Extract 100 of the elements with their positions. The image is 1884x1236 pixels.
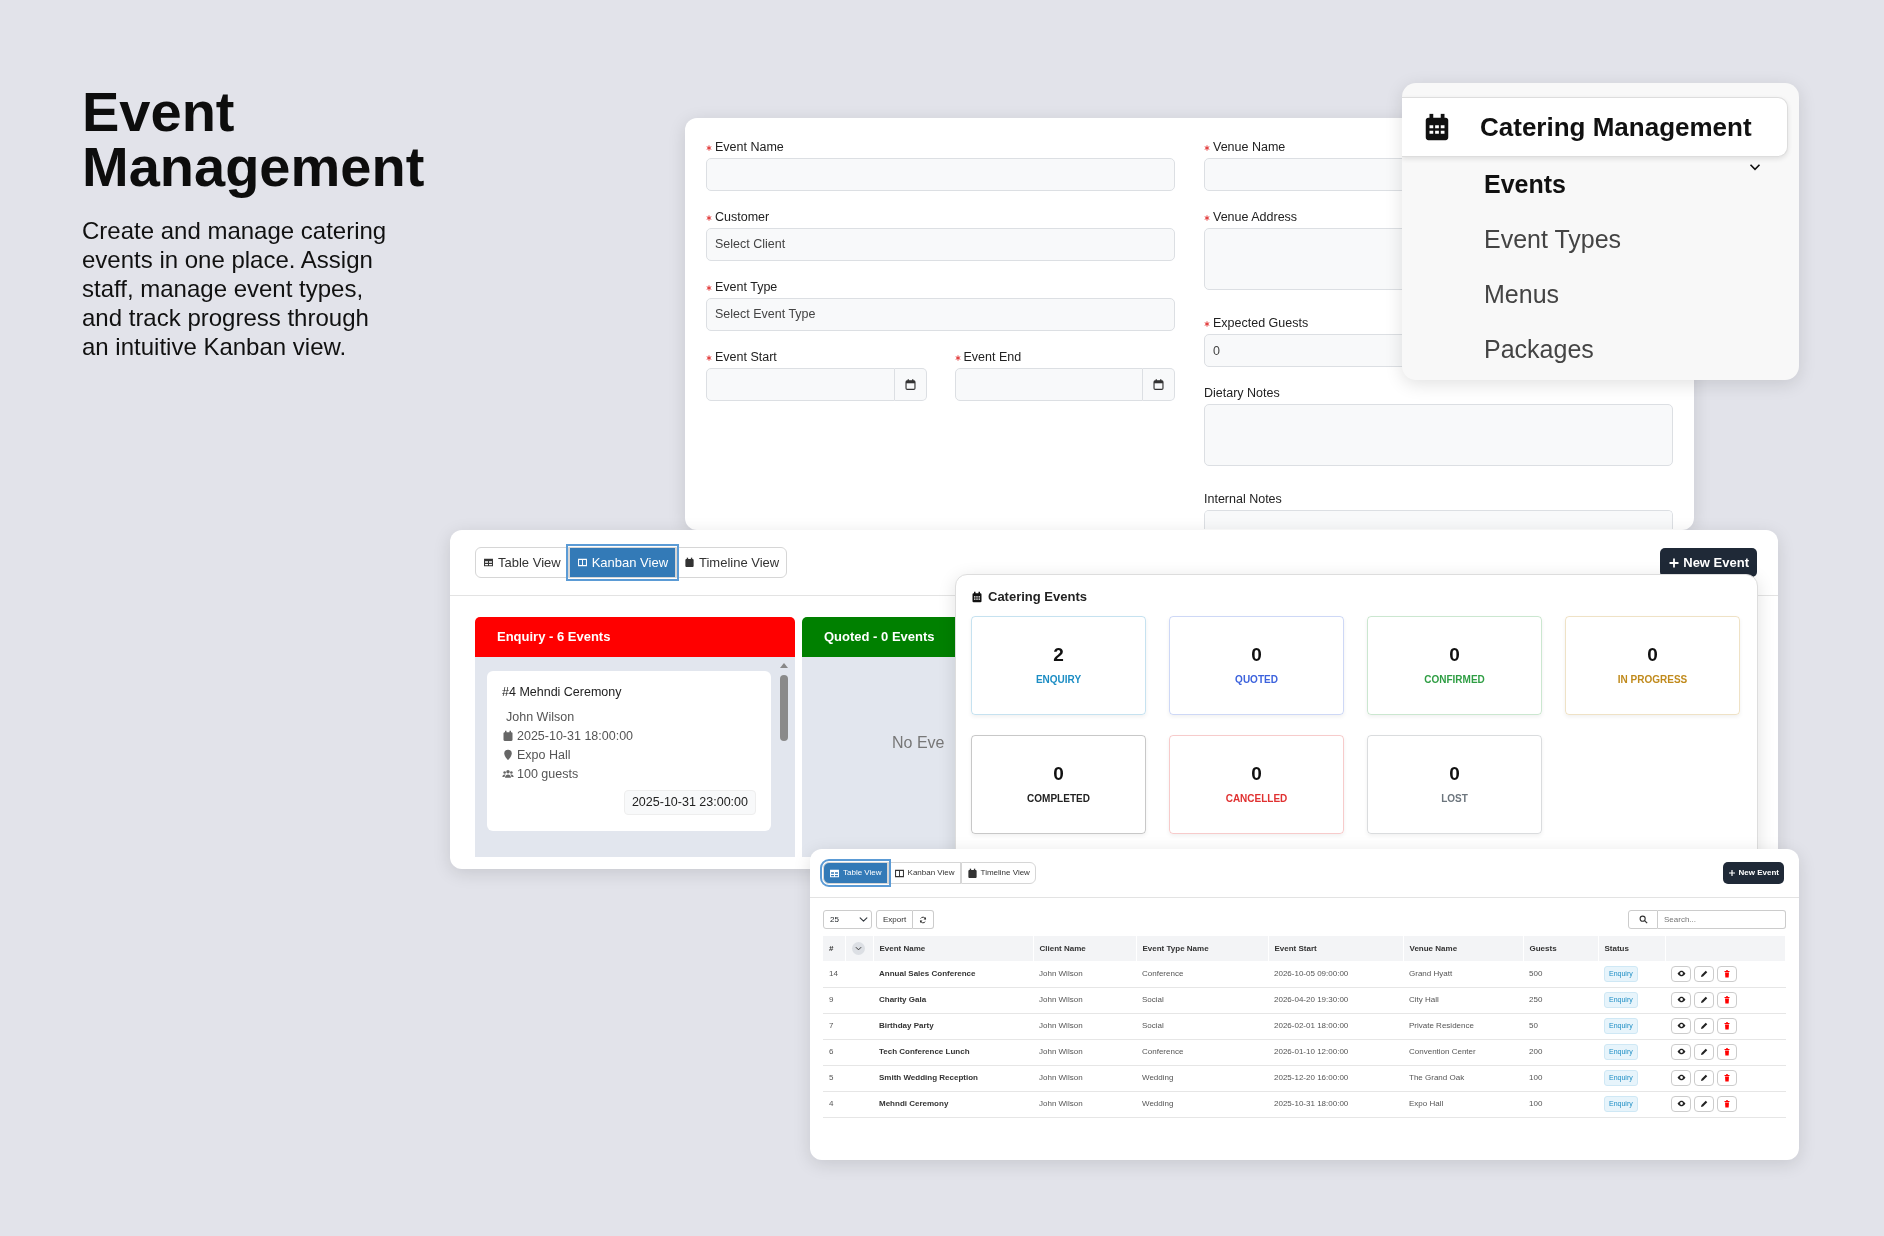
field-label: Venue Address [1213, 210, 1298, 225]
eye-icon [1676, 1099, 1686, 1109]
view-tab[interactable]: Timeline View [960, 862, 1036, 884]
delete-button[interactable] [1717, 966, 1737, 982]
delete-button[interactable] [1717, 1096, 1737, 1113]
stat-label: COMPLETED [1027, 791, 1090, 806]
field-label: Venue Name [1213, 140, 1286, 155]
pencil-icon [1700, 1048, 1708, 1057]
export-button[interactable]: Export [876, 910, 914, 929]
input-field[interactable] [706, 158, 1175, 191]
delete-button[interactable] [1717, 1018, 1737, 1035]
column-header: Venue Name [1409, 943, 1458, 953]
view-button[interactable] [1671, 991, 1691, 1008]
trash-icon [1723, 1100, 1731, 1109]
table-cell: 2025-12-20 16:00:00 [1274, 1073, 1349, 1082]
page-size-select[interactable]: 25 [823, 910, 872, 929]
trash-icon [1723, 970, 1731, 978]
column-header: Event Start [1274, 943, 1317, 953]
pencil-icon [1700, 996, 1708, 1005]
empty-message: No Eve [891, 733, 946, 753]
table-cell: 6 [829, 1047, 834, 1056]
table-cell: City Hall [1409, 995, 1439, 1004]
end-time-badge: 2025-10-31 23:00:00 [623, 789, 756, 815]
edit-button[interactable] [1694, 1096, 1714, 1113]
menu-item[interactable]: Event Types [1484, 224, 1622, 254]
view-tab[interactable]: Table View [823, 862, 888, 884]
calendar-button[interactable] [894, 368, 927, 401]
view-tab[interactable]: Table View [475, 547, 569, 578]
date-field[interactable] [706, 368, 895, 401]
table-cell: 250 [1529, 995, 1543, 1004]
table-cell: 100 [1529, 1099, 1543, 1108]
select-field[interactable]: Select Client [706, 228, 1175, 261]
delete-button[interactable] [1717, 1070, 1737, 1087]
table-cell: Social [1142, 1021, 1164, 1030]
menu-item[interactable]: Packages [1484, 334, 1594, 364]
table-icon [829, 867, 840, 879]
column-header: Event Type Name [1142, 943, 1209, 953]
table-cell: Conference [1142, 968, 1184, 978]
edit-button[interactable] [1694, 992, 1714, 1009]
calendar-button[interactable] [1143, 368, 1175, 401]
view-button[interactable] [1671, 965, 1691, 982]
table-cell: 100 [1529, 1073, 1543, 1082]
pencil-icon [1700, 1100, 1708, 1109]
pencil-icon [1700, 1022, 1708, 1031]
table-cell: Wedding [1142, 1099, 1174, 1108]
table-cell: John Wilson [1039, 1073, 1083, 1082]
edit-button[interactable] [1694, 966, 1714, 982]
calendar-icon [903, 378, 917, 391]
calendar-icon [971, 590, 983, 603]
card-detail: 2025-10-31 18:00:00 [517, 728, 634, 744]
menu-header[interactable]: Catering Management [1402, 97, 1788, 157]
event-card[interactable]: #4 Mehndi Ceremony John Wilson 2025-10-31 18:00:00 Expo Hall 100 guests 2025-10-31 23:00:00 [487, 671, 771, 831]
view-button[interactable] [1671, 1043, 1691, 1060]
new-event-button[interactable]: New Event [1722, 862, 1784, 884]
stat-label: IN PROGRESS [1617, 672, 1688, 687]
table-cell: John Wilson [1039, 1047, 1083, 1056]
view-button[interactable] [1671, 1069, 1691, 1086]
eye-icon [1676, 1047, 1686, 1057]
edit-button[interactable] [1694, 1044, 1714, 1061]
column-header: Enquiry - 6 Events [475, 617, 795, 657]
plus-icon [1727, 869, 1736, 877]
pencil-icon [1700, 970, 1708, 978]
search-field[interactable]: Search... [1658, 910, 1786, 929]
table-cell: John Wilson [1039, 1099, 1083, 1108]
view-tab[interactable]: Timeline View [676, 547, 788, 578]
select-field[interactable]: Select Event Type [706, 298, 1175, 331]
table-cell: Expo Hall [1409, 1099, 1444, 1108]
delete-button[interactable] [1717, 1044, 1737, 1061]
edit-button[interactable] [1694, 1018, 1714, 1035]
field-label: Event Type [715, 280, 778, 295]
table-cell: 2025-10-31 18:00:00 [1274, 1099, 1349, 1108]
view-tab[interactable]: Kanban View [568, 547, 676, 578]
table-cell: 9 [829, 995, 834, 1004]
trash-icon [1723, 1022, 1731, 1031]
view-button[interactable] [1671, 1017, 1691, 1034]
field-label: Event Name [715, 140, 784, 155]
table-cell: John Wilson [1039, 968, 1083, 978]
view-tab[interactable]: Kanban View [887, 862, 961, 884]
sort-button[interactable] [851, 941, 865, 955]
pencil-icon [1700, 1074, 1708, 1083]
table-cell: John Wilson [1039, 995, 1083, 1004]
menu-item[interactable]: Menus [1484, 279, 1560, 309]
table-cell: Grand Hyatt [1409, 968, 1453, 978]
stat-count: 0 [1251, 762, 1262, 785]
menu-title: Catering Management [1480, 110, 1752, 144]
eye-icon [1676, 1073, 1686, 1083]
date-field[interactable] [954, 368, 1144, 401]
calendar-icon [684, 557, 695, 568]
edit-button[interactable] [1694, 1070, 1714, 1087]
table-cell: Charity Gala [879, 995, 927, 1004]
calendar-icon [1152, 378, 1166, 391]
table-cell: Convention Center [1409, 1047, 1476, 1056]
columns-icon [576, 557, 588, 568]
columns-icon [893, 867, 905, 879]
menu-item[interactable]: Events [1484, 169, 1566, 199]
delete-button[interactable] [1717, 992, 1737, 1009]
table-cell: 500 [1529, 968, 1543, 978]
refresh-button[interactable] [913, 910, 935, 929]
field-label: Customer [715, 210, 770, 225]
view-button[interactable] [1671, 1095, 1691, 1112]
